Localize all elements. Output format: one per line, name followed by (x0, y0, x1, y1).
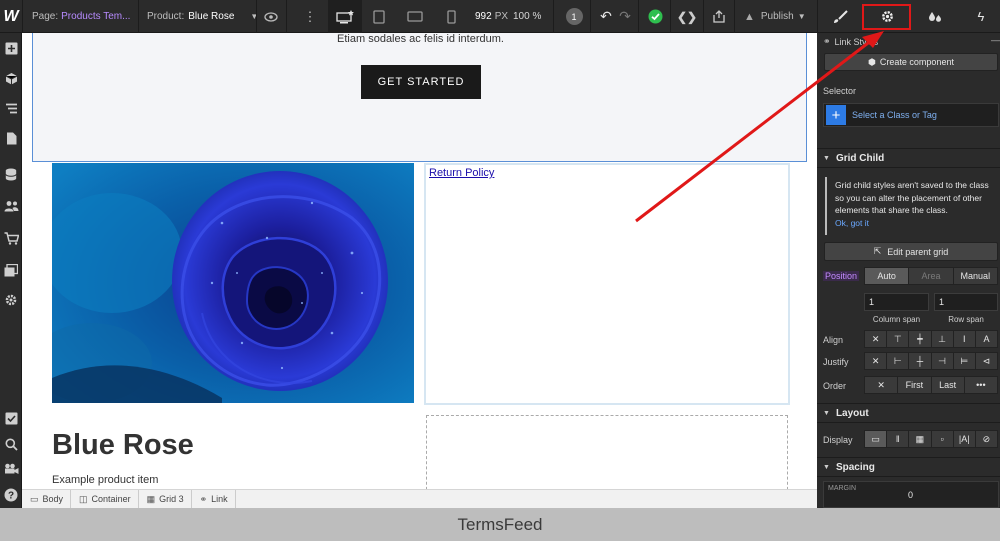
annotation-arrow (635, 31, 884, 223)
footer-watermark: TermsFeed (0, 508, 1000, 541)
app-root: W Page: Products Tem... Product: Blue Ro… (0, 0, 1000, 541)
